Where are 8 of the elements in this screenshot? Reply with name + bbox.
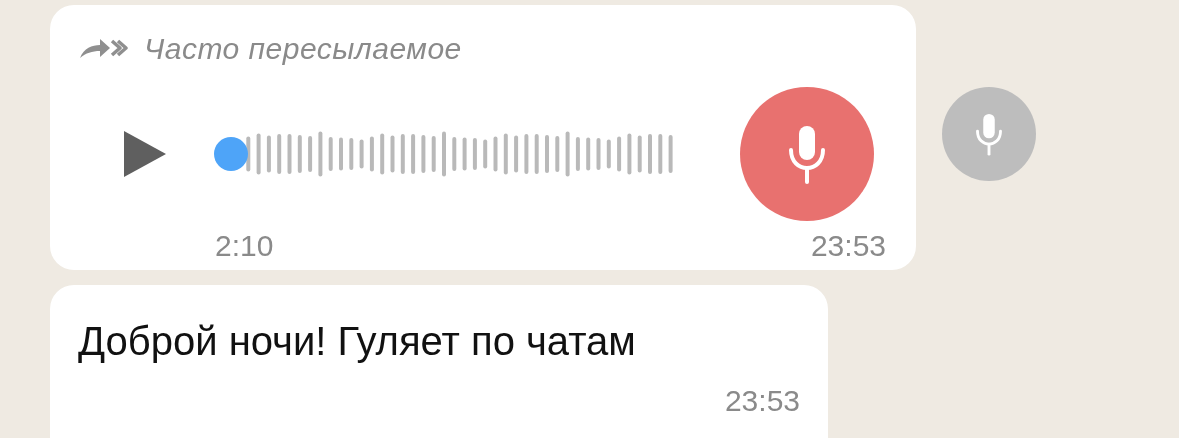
message-time: 23:53 — [810, 229, 886, 263]
playback-thumb[interactable] — [214, 137, 248, 171]
microphone-icon — [974, 111, 1004, 157]
forwarded-label: Часто пересылаемое — [144, 32, 462, 66]
message-time: 23:53 — [724, 384, 800, 418]
play-button[interactable] — [122, 129, 168, 179]
message-text: Доброй ночи! Гуляет по чатам — [78, 319, 637, 364]
duration-label: 2:10 — [215, 229, 274, 263]
